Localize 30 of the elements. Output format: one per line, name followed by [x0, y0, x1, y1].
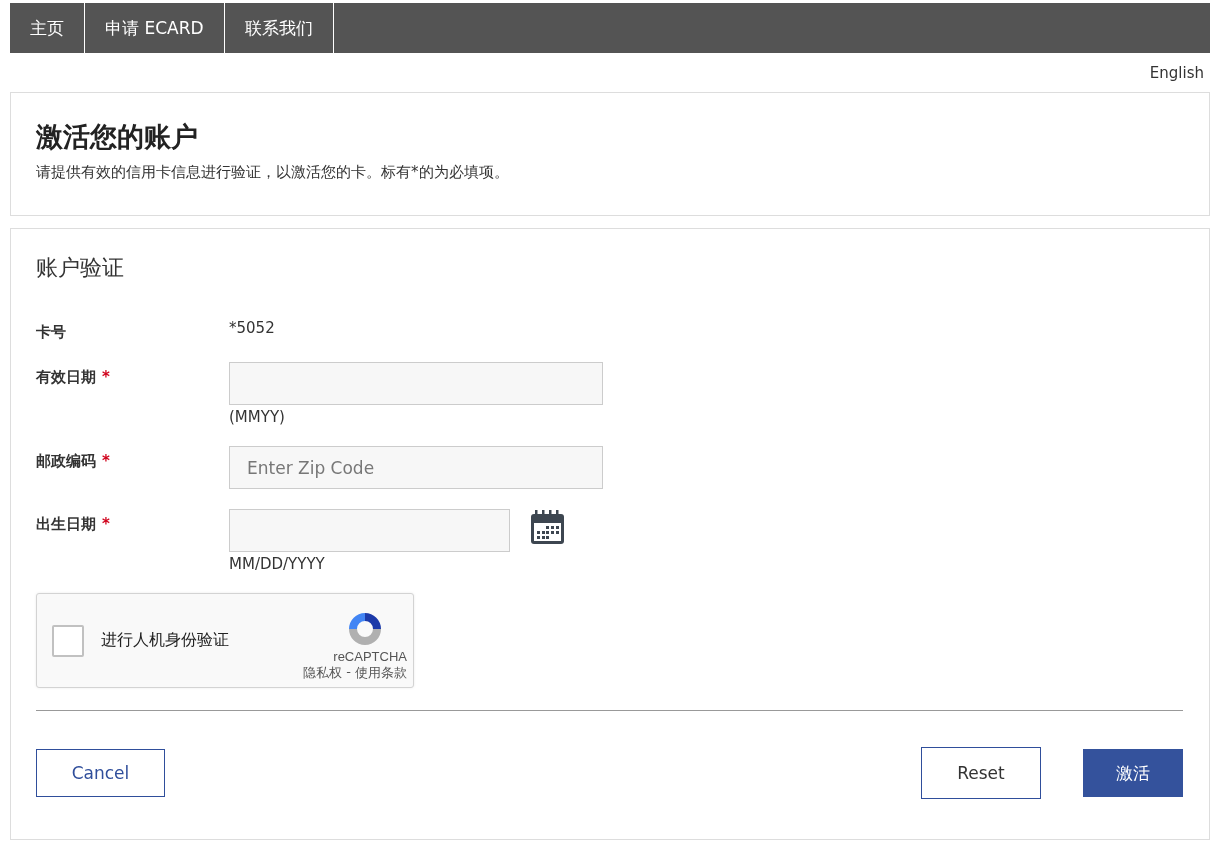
required-mark: *	[102, 452, 110, 470]
captcha-brand: reCAPTCHA	[333, 649, 407, 664]
input-field[interactable]	[229, 362, 603, 405]
page-description: 请提供有效的信用卡信息进行验证，以激活您的卡。标有*的为必填项。	[36, 163, 510, 182]
section-title: 账户验证	[36, 254, 125, 282]
privacy-link[interactable]: 隐私权	[303, 664, 343, 682]
nav-link[interactable]: 联系我们	[224, 3, 334, 53]
field-hint: MM/DD/YYYY	[229, 555, 326, 573]
field-label: 卡号	[36, 323, 66, 341]
required-mark: *	[102, 515, 110, 533]
input-field[interactable]	[229, 509, 510, 552]
submit-button[interactable]: 激活	[1083, 749, 1183, 797]
field-value: *5052	[229, 318, 275, 337]
language-link[interactable]: English	[1149, 63, 1204, 82]
required-mark: *	[102, 368, 110, 386]
field-hint: (MMYY)	[229, 408, 286, 426]
calendar-icon[interactable]	[530, 509, 565, 545]
form-button[interactable]: Cancel	[36, 749, 165, 797]
page-title: 激活您的账户	[36, 120, 199, 154]
input-field[interactable]: Enter Zip Code	[229, 446, 603, 489]
captcha-checkbox[interactable]	[52, 624, 84, 657]
captcha-label: 进行人机身份验证	[101, 630, 230, 651]
nav-link[interactable]: 申请 ECARD	[85, 3, 225, 53]
terms-link[interactable]: 使用条款	[355, 664, 407, 682]
link-separator: -	[346, 664, 351, 681]
form-button[interactable]: Reset	[921, 747, 1041, 799]
nav-link[interactable]: 主页	[10, 3, 85, 53]
field-label: 邮政编码	[36, 452, 96, 470]
field-label: 有效日期	[36, 368, 96, 386]
field-label: 出生日期	[36, 515, 96, 533]
